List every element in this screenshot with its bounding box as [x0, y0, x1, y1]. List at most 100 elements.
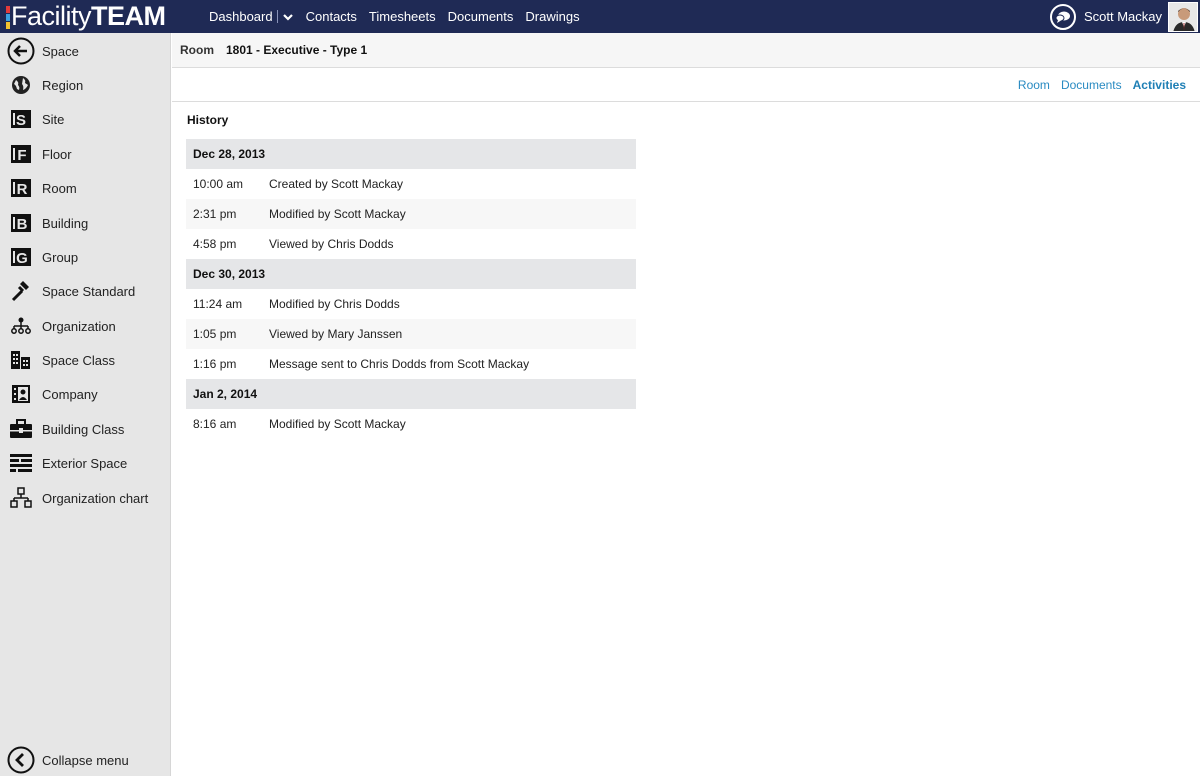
sidebar-item-space[interactable]: Space	[0, 36, 171, 66]
tab-documents[interactable]: Documents	[1061, 78, 1122, 92]
table-row: 2:31 pm Modified by Scott Mackay	[186, 199, 636, 229]
entry-text: Modified by Chris Dodds	[269, 297, 400, 311]
tab-room[interactable]: Room	[1018, 78, 1050, 92]
sidebar-item-space-class[interactable]: Space Class	[0, 345, 171, 375]
nav-drawings[interactable]: Drawings	[525, 9, 579, 24]
svg-text:B: B	[17, 216, 28, 233]
hammer-icon	[7, 277, 35, 305]
date-header: Jan 2, 2014	[186, 379, 636, 409]
table-row: 11:24 am Modified by Chris Dodds	[186, 289, 636, 319]
date-header: Dec 28, 2013	[186, 139, 636, 169]
sidebar-item-label: Site	[42, 111, 65, 127]
breadcrumb: Room 1801 - Executive - Type 1	[172, 33, 1200, 68]
chevron-down-icon[interactable]	[282, 11, 294, 23]
nav-documents[interactable]: Documents	[448, 9, 514, 24]
group-icon: G	[7, 243, 35, 271]
top-bar: Facility TEAM Dashboard Contacts Timeshee…	[0, 0, 1200, 33]
entry-text: Modified by Scott Mackay	[269, 207, 406, 221]
wall-icon	[7, 449, 35, 477]
collapse-menu-label: Collapse menu	[42, 752, 129, 768]
sidebar-item-label: Group	[42, 249, 79, 265]
svg-text:F: F	[17, 147, 26, 164]
nav-timesheets[interactable]: Timesheets	[369, 9, 436, 24]
entry-time: 8:16 am	[193, 417, 237, 431]
logo-text-light: Facility	[11, 1, 92, 31]
chevron-left-icon	[7, 746, 35, 774]
top-nav: Dashboard Contacts Timesheets Documents …	[209, 0, 592, 33]
tab-bar: Room Documents Activities	[172, 68, 1200, 102]
entry-time: 11:24 am	[193, 297, 243, 311]
entry-time: 1:16 pm	[193, 357, 237, 371]
sidebar-item-label: Space Class	[42, 352, 115, 368]
nav-dashboard-label: Dashboard	[209, 9, 273, 24]
floor-icon: F	[7, 140, 35, 168]
collapse-menu-button[interactable]: Collapse menu	[0, 745, 171, 775]
sidebar-item-label: Room	[42, 180, 77, 196]
org-tree-icon	[7, 312, 35, 340]
sidebar-item-label: Exterior Space	[42, 455, 128, 471]
globe-icon	[7, 71, 35, 99]
site-icon: S	[7, 105, 35, 133]
sidebar-item-space-standard[interactable]: Space Standard	[0, 276, 171, 306]
table-row: 8:16 am Modified by Scott Mackay	[186, 409, 636, 439]
entry-text: Message sent to Chris Dodds from Scott M…	[269, 357, 530, 371]
sidebar-item-label: Region	[42, 77, 84, 93]
sidebar-item-building-class[interactable]: Building Class	[0, 414, 171, 444]
org-chart-icon	[7, 484, 35, 512]
svg-text:G: G	[16, 250, 28, 267]
table-row: 10:00 am Created by Scott Mackay	[186, 169, 636, 199]
nav-contacts[interactable]: Contacts	[306, 9, 357, 24]
sidebar-item-label: Organization	[42, 318, 116, 334]
sidebar-item-label: Organization chart	[42, 490, 149, 506]
sidebar-item-label: Floor	[42, 146, 72, 162]
svg-text:R: R	[17, 181, 28, 198]
sidebar-item-exterior-space[interactable]: Exterior Space	[0, 448, 171, 478]
sidebar: Space Region S Site F Floor R Room B Bui…	[0, 33, 171, 776]
sidebar-item-group[interactable]: G Group	[0, 242, 171, 272]
entry-time: 2:31 pm	[193, 207, 237, 221]
logo-text-bold: TEAM	[91, 1, 166, 31]
sidebar-item-organization[interactable]: Organization	[0, 311, 171, 341]
entry-time: 10:00 am	[193, 177, 244, 191]
history-title: History	[187, 113, 229, 127]
tabs: Room Documents Activities	[1007, 78, 1186, 92]
user-area: Scott Mackay	[1049, 0, 1200, 33]
nav-separator	[276, 10, 278, 23]
table-row: 1:16 pm Message sent to Chris Dodds from…	[186, 349, 636, 379]
entry-time: 4:58 pm	[193, 237, 237, 251]
entry-text: Viewed by Chris Dodds	[269, 237, 394, 251]
entry-text: Modified by Scott Mackay	[269, 417, 406, 431]
chat-bubble-icon[interactable]	[1049, 3, 1076, 30]
sidebar-item-floor[interactable]: F Floor	[0, 139, 171, 169]
entry-text: Viewed by Mary Janssen	[269, 327, 403, 341]
sidebar-item-room[interactable]: R Room	[0, 173, 171, 203]
logo[interactable]: Facility TEAM	[0, 0, 205, 33]
sidebar-item-label: Space Standard	[42, 283, 136, 299]
record-type: Room	[180, 43, 214, 57]
nav-dashboard[interactable]: Dashboard	[209, 9, 294, 24]
room-icon: R	[7, 174, 35, 202]
back-arrow-icon	[7, 37, 35, 65]
sidebar-item-label: Building	[42, 215, 89, 231]
page-title: 1801 - Executive - Type 1	[226, 43, 368, 57]
entry-time: 1:05 pm	[193, 327, 237, 341]
date-header: Dec 30, 2013	[186, 259, 636, 289]
building-icon: B	[7, 209, 35, 237]
tab-activities[interactable]: Activities	[1133, 78, 1186, 92]
user-name[interactable]: Scott Mackay	[1084, 9, 1162, 24]
user-avatar[interactable]	[1168, 1, 1198, 32]
sidebar-item-building[interactable]: B Building	[0, 208, 171, 238]
table-row: 4:58 pm Viewed by Chris Dodds	[186, 229, 636, 259]
svg-text:S: S	[16, 112, 26, 129]
sidebar-item-site[interactable]: S Site	[0, 104, 171, 134]
table-row: 1:05 pm Viewed by Mary Janssen	[186, 319, 636, 349]
history-table: Dec 28, 2013 10:00 am Created by Scott M…	[186, 139, 636, 439]
sidebar-item-label: Building Class	[42, 421, 125, 437]
sidebar-item-company[interactable]: Company	[0, 379, 171, 409]
sidebar-item-label: Company	[42, 386, 98, 402]
sidebar-item-region[interactable]: Region	[0, 70, 171, 100]
company-icon	[7, 380, 35, 408]
sidebar-item-label: Space	[42, 43, 79, 59]
sidebar-item-organization-chart[interactable]: Organization chart	[0, 483, 171, 513]
logo-mark-icon	[6, 5, 10, 29]
